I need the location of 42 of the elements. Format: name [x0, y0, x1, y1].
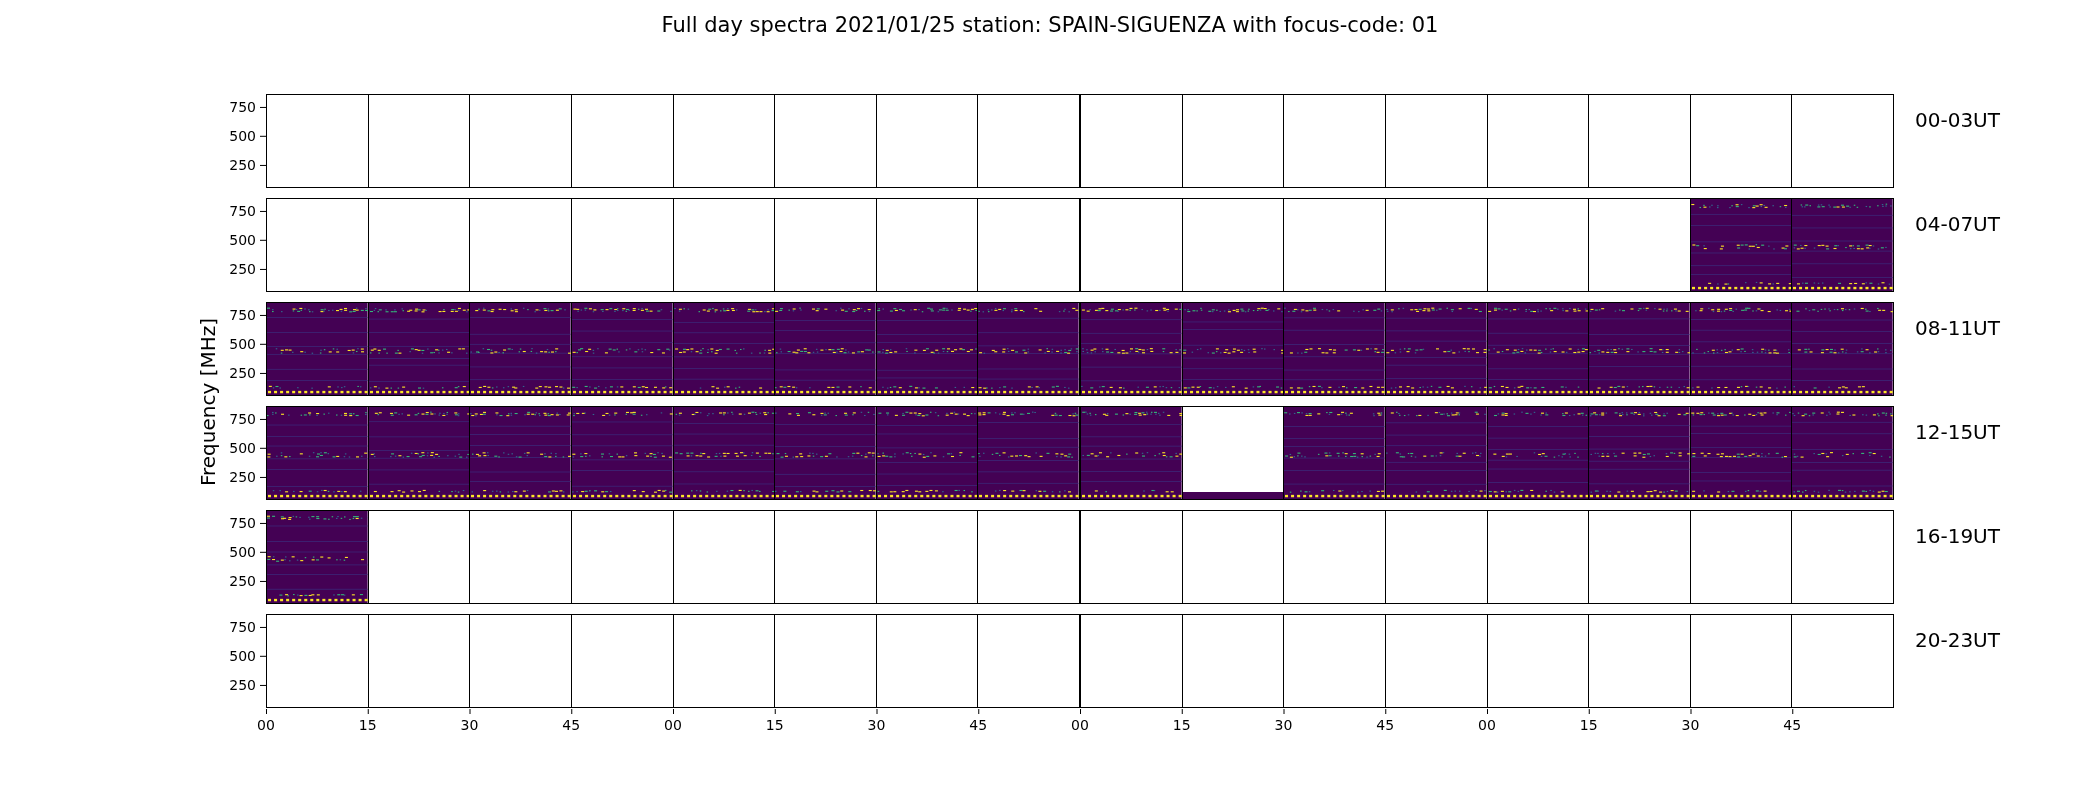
time-range-label: 08-11UT: [1915, 315, 2000, 342]
y-tick-label: 250: [229, 365, 256, 382]
y-tick-label: 750: [229, 619, 256, 636]
y-tick-label: 500: [229, 336, 256, 353]
figure-title: Full day spectra 2021/01/25 station: SPAIN-SIGUENZA with focus-code: 01: [661, 12, 1439, 38]
x-tick-label: 45: [562, 717, 581, 733]
y-tick-label: 500: [229, 128, 256, 145]
x-tick-label: 00: [1478, 717, 1496, 733]
y-tick-label: 250: [229, 677, 256, 694]
x-tick-label: 00: [1071, 717, 1089, 733]
time-range-label: 00-03UT: [1915, 107, 2000, 134]
y-tick-label: 750: [229, 307, 256, 324]
time-range-label: 12-15UT: [1915, 419, 2000, 446]
x-tick-label: 30: [1681, 717, 1700, 733]
y-tick-label: 750: [229, 203, 256, 220]
x-tick-label: 45: [1783, 717, 1802, 733]
y-axis-label: Frequency [MHz]: [196, 317, 220, 486]
time-range-label: 16-19UT: [1915, 523, 2000, 550]
y-tick-label: 750: [229, 411, 256, 428]
x-tick-label: 15: [1172, 717, 1191, 733]
y-tick-label: 250: [229, 261, 256, 278]
x-tick-label: 15: [358, 717, 377, 733]
y-tick-label: 500: [229, 648, 256, 665]
x-tick-label: 15: [1579, 717, 1598, 733]
y-tick-label: 250: [229, 469, 256, 486]
x-tick-label: 00: [664, 717, 682, 733]
y-tick-label: 750: [229, 515, 256, 532]
x-tick-label: 30: [460, 717, 479, 733]
y-tick-label: 250: [229, 573, 256, 590]
y-tick-label: 500: [229, 440, 256, 457]
y-tick-label: 750: [229, 99, 256, 116]
x-tick-label: 15: [765, 717, 784, 733]
time-range-label: 20-23UT: [1915, 627, 2000, 654]
x-tick-label: 45: [1376, 717, 1395, 733]
time-range-label: 04-07UT: [1915, 211, 2000, 238]
x-tick-label: 00: [257, 717, 275, 733]
y-tick-label: 500: [229, 544, 256, 561]
x-tick-label: 30: [867, 717, 886, 733]
y-tick-label: 500: [229, 232, 256, 249]
x-tick-label: 45: [969, 717, 988, 733]
y-tick-label: 250: [229, 157, 256, 174]
x-tick-label: 30: [1274, 717, 1293, 733]
